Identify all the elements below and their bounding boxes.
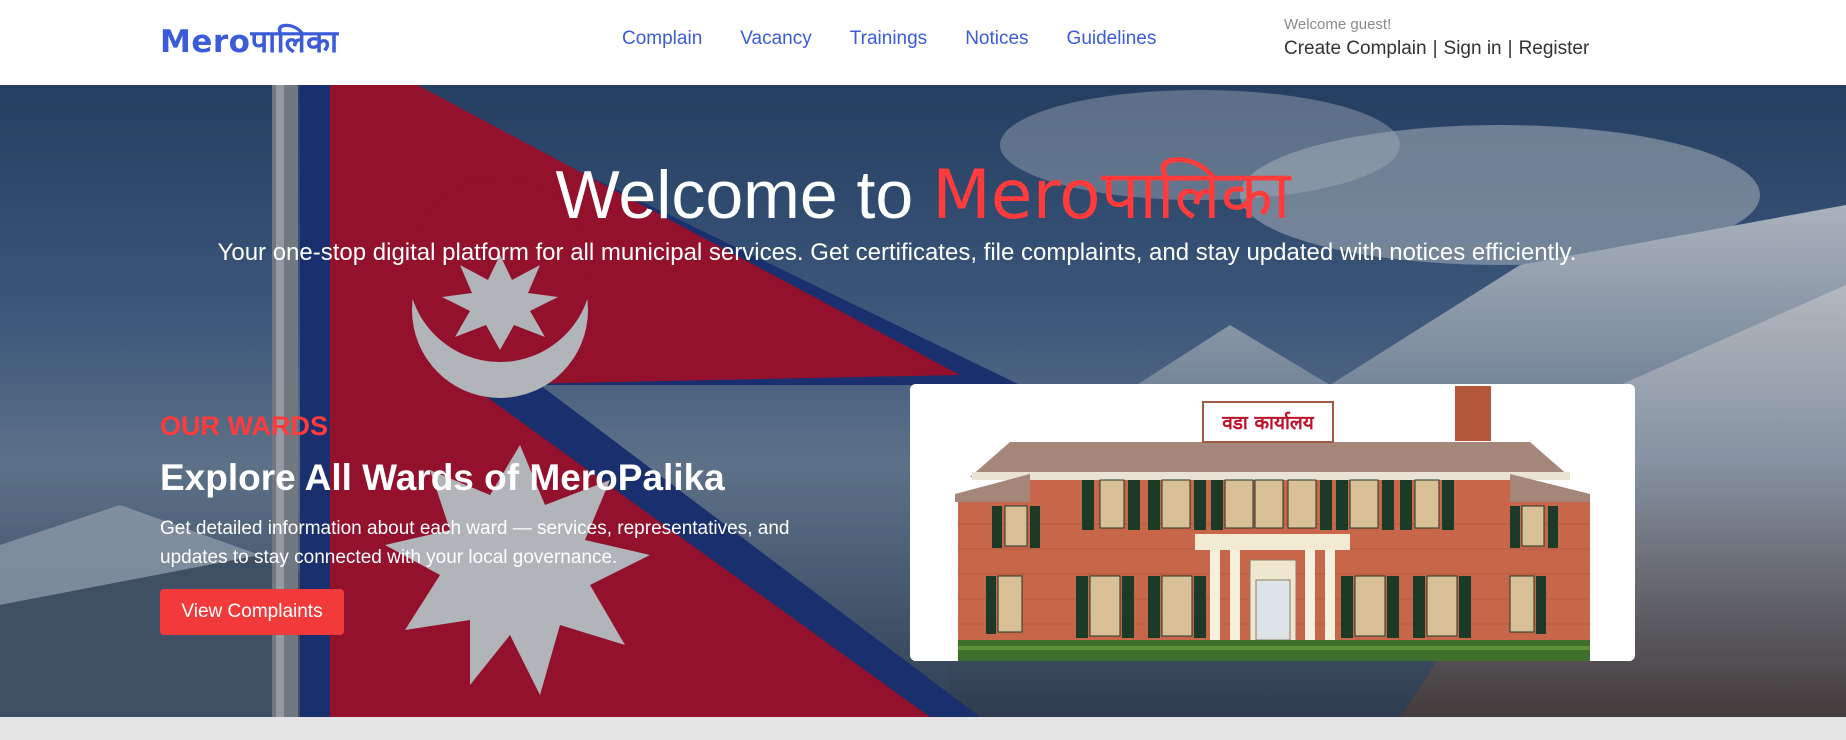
bottom-strip — [0, 717, 1846, 740]
main-nav: Complain Vacancy Trainings Notices Guide… — [622, 28, 1194, 50]
ward-office-sign: वडा कार्यालय — [1221, 411, 1315, 434]
wards-section-label: OUR WARDS — [160, 411, 328, 441]
nav-vacancy[interactable]: Vacancy — [740, 28, 811, 50]
nav-complain[interactable]: Complain — [622, 28, 702, 50]
auth-separator: | — [1507, 38, 1513, 59]
site-logo[interactable]: Meroपालिका — [160, 20, 338, 62]
wards-description: Get detailed information about each ward… — [160, 518, 790, 568]
auth-links: Create Complain | Sign in | Register — [1284, 38, 1589, 60]
view-complaints-button[interactable]: View Complaints — [160, 589, 344, 635]
hero-subtitle: Your one-stop digital platform for all m… — [217, 239, 1577, 266]
hero-section: Welcome to Meroपालिका Your one-stop digi… — [0, 85, 1846, 717]
hero-title: Welcome to Meroपालिका — [0, 145, 1846, 238]
ward-office-illustration: वडा कार्यालय — [910, 384, 1635, 661]
nav-trainings[interactable]: Trainings — [850, 28, 927, 50]
register-link[interactable]: Register — [1519, 38, 1590, 60]
nav-notices[interactable]: Notices — [965, 28, 1028, 50]
hero-title-brand: Meroपालिका — [932, 156, 1291, 235]
wards-title: Explore All Wards of MeroPalika — [160, 457, 725, 498]
create-complain-link[interactable]: Create Complain — [1284, 38, 1427, 60]
welcome-text: Welcome guest! — [1284, 16, 1392, 33]
top-header: Meroपालिका Complain Vacancy Trainings No… — [0, 0, 1846, 85]
sign-in-link[interactable]: Sign in — [1444, 38, 1502, 60]
ward-office-image-card: वडा कार्यालय — [910, 384, 1635, 661]
hero-title-prefix: Welcome to — [555, 157, 933, 233]
auth-separator: | — [1432, 38, 1438, 59]
nav-guidelines[interactable]: Guidelines — [1067, 28, 1157, 50]
